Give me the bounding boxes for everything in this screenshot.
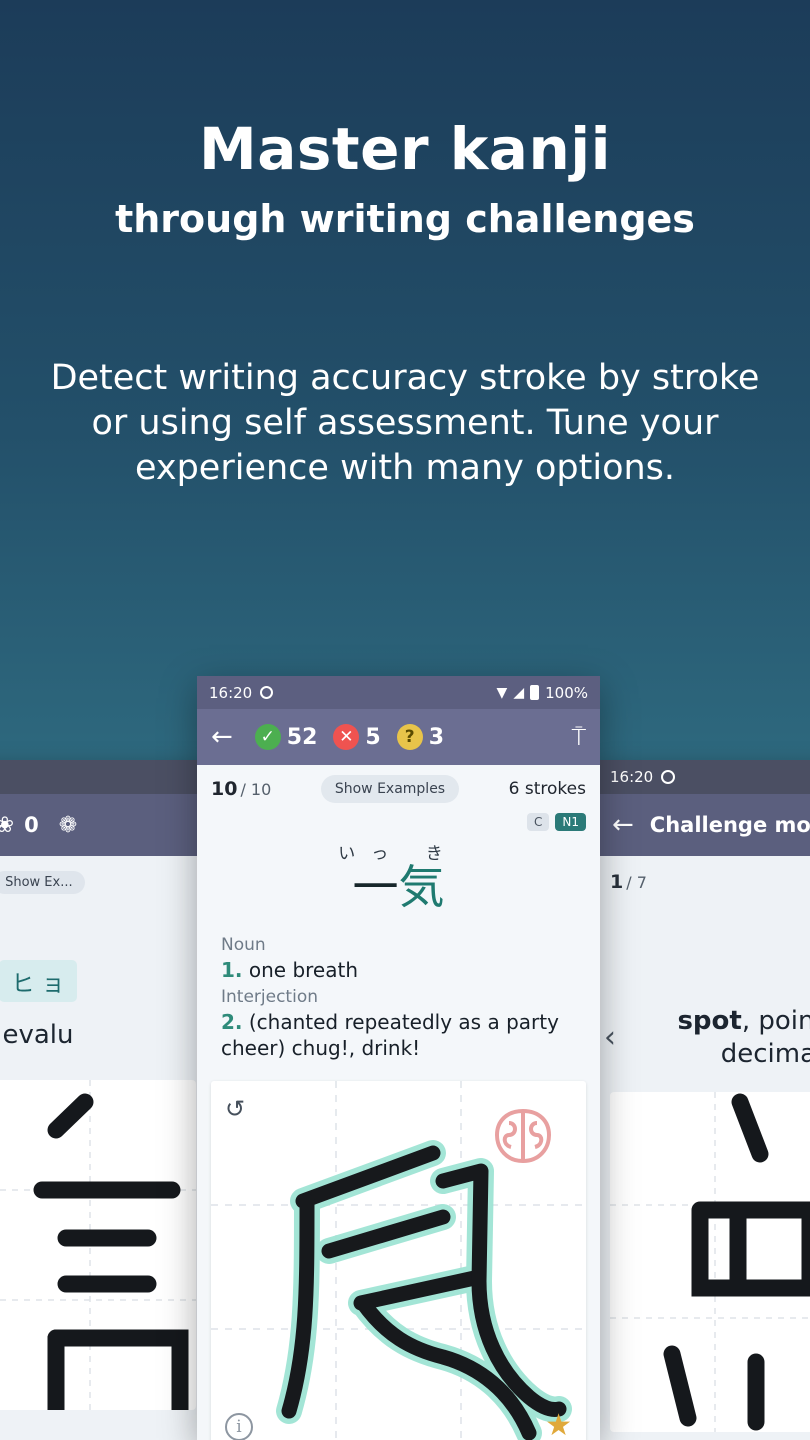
- word-kanji: 一気: [197, 862, 600, 913]
- score-unsure: ? 3: [396, 724, 445, 750]
- left-appbar: ← ◎ 0 ❀ 0 ❁: [0, 794, 208, 856]
- signal-icon: ◢: [513, 684, 525, 701]
- left-subbar: 1 / 10 Show Ex...: [0, 856, 208, 908]
- center-progress-current: 10: [211, 778, 238, 800]
- battery-icon: [530, 685, 540, 700]
- back-arrow-icon[interactable]: ←: [211, 722, 233, 752]
- hero-headline: Master kanji through writing challenges: [0, 115, 810, 241]
- left-reading-pill: ヒ ョ: [0, 960, 77, 1002]
- pos-2: Interjection: [221, 986, 318, 1007]
- right-phone-screenshot: 16:20 ← Challenge mode 1 / 7 4 テン ‹ spot…: [598, 760, 810, 1440]
- left-show-examples-button[interactable]: Show Ex...: [0, 870, 85, 894]
- left-count-2: 0: [24, 813, 39, 837]
- right-status-time: 16:20: [610, 768, 654, 786]
- question-icon: ?: [396, 724, 423, 750]
- definition-2: 2. (chanted repeatedly as a party cheer)…: [221, 1009, 576, 1061]
- app-glyph-icon: [661, 770, 676, 784]
- chevron-left-icon[interactable]: ‹: [604, 1020, 616, 1055]
- center-status-right: ▼ ◢ 100%: [497, 684, 588, 702]
- center-appbar: ← ✓ 52 ✕ 5 ? 3 ⍑: [197, 709, 600, 765]
- collapse-icon[interactable]: ⍑: [572, 723, 586, 751]
- definition-2-num: 2.: [221, 1009, 243, 1034]
- word-kanji-tail: 気: [398, 860, 445, 914]
- right-definition-line2: decimal: [720, 1038, 810, 1069]
- right-reading-area: 4 テン: [598, 908, 810, 981]
- brain-hint-icon: [494, 1108, 552, 1163]
- app-glyph-icon: [260, 686, 274, 699]
- info-icon[interactable]: i: [225, 1412, 253, 1440]
- right-appbar-title: Challenge mode: [649, 813, 810, 837]
- score-correct: ✓ 52: [254, 724, 318, 750]
- definition-2-text: (chanted repeatedly as a party cheer) ch…: [221, 1009, 559, 1060]
- center-subbar: 10 / 10 Show Examples 6 strokes: [197, 765, 600, 813]
- right-progress-total: / 7: [626, 872, 647, 892]
- definition-1: 1. one breath: [221, 957, 576, 983]
- score-wrong: ✕ 5: [333, 724, 381, 750]
- hero-title-line2: through writing challenges: [115, 196, 695, 241]
- word-kanji-head: 一: [352, 860, 399, 914]
- definition-block: Noun 1. one breath Interjection 2. (chan…: [197, 927, 600, 1071]
- undo-icon[interactable]: ↺: [225, 1095, 245, 1123]
- battery-percent: 100%: [545, 683, 588, 702]
- score-group: ✓ 52 ✕ 5 ? 3: [254, 724, 445, 750]
- left-phone-screenshot: 16:20 ← ◎ 0 ❀ 0 ❁ 1 / 10 Show Ex... ヒ ョ …: [0, 760, 208, 1440]
- left-drawing-canvas[interactable]: [0, 1080, 196, 1410]
- center-phone-screenshot: 16:20 ▼ ◢ 100% ← ✓ 52 ✕ 5 ? 3 ⍑ 10 / 10 …: [197, 676, 600, 1440]
- right-definition-line1: spot, point, m: [616, 1005, 810, 1038]
- definition-1-num: 1.: [221, 957, 243, 982]
- center-statusbar: 16:20 ▼ ◢ 100%: [197, 676, 600, 709]
- word-display: いっ き 一気: [197, 833, 600, 927]
- left-canvas-svg: [0, 1080, 196, 1410]
- back-arrow-icon[interactable]: ←: [612, 810, 634, 840]
- cross-icon: ✕: [333, 724, 360, 750]
- right-statusbar: 16:20: [598, 760, 810, 794]
- right-canvas-svg: [610, 1092, 810, 1432]
- correct-count: 52: [286, 724, 318, 750]
- pos-1: Noun: [221, 934, 266, 955]
- right-progress-current: 1: [610, 871, 624, 893]
- right-definition-block: spot, point, m decimal: [616, 1005, 810, 1070]
- right-subbar: 1 / 7: [598, 856, 810, 908]
- hero-body-text: Detect writing accuracy stroke by stroke…: [50, 358, 760, 488]
- right-drawing-canvas[interactable]: ❖: [610, 1092, 810, 1432]
- badge-jlpt: N1: [555, 813, 586, 831]
- drawing-canvas[interactable]: ↺ i ★: [211, 1080, 586, 1440]
- badge-row: C N1: [197, 813, 600, 833]
- right-definition-bold: spot: [677, 1006, 742, 1036]
- center-canvas-svg: [211, 1080, 586, 1440]
- wrong-count: 5: [365, 724, 381, 750]
- right-definition-row: ‹ spot, point, m decimal: [598, 981, 810, 1070]
- center-status-time: 16:20: [209, 683, 253, 702]
- check-icon: ✓: [254, 724, 281, 750]
- brain-outline-icon: ❁: [58, 812, 78, 838]
- right-appbar: ← Challenge mode: [598, 794, 810, 856]
- show-examples-button[interactable]: Show Examples: [320, 775, 460, 803]
- badge-category: C: [526, 813, 550, 831]
- left-word-area: ヒ ョ evalu: [0, 908, 208, 1050]
- star-icon[interactable]: ★: [545, 1408, 572, 1440]
- left-statusbar: 16:20: [0, 760, 208, 794]
- definition-1-text: one breath: [248, 957, 359, 982]
- left-definition: evalu: [2, 1020, 74, 1050]
- screenshot-root: Master kanji through writing challenges …: [0, 0, 810, 1440]
- right-definition-rest: , point, m: [741, 1006, 810, 1036]
- wifi-icon: ▼: [496, 684, 508, 701]
- hero-title-line1: Master kanji: [199, 115, 611, 183]
- stroke-count-label: 6 strokes: [508, 779, 586, 799]
- unsure-count: 3: [428, 724, 445, 750]
- brain-icon: ❀: [0, 812, 15, 838]
- center-progress-total: / 10: [240, 779, 272, 799]
